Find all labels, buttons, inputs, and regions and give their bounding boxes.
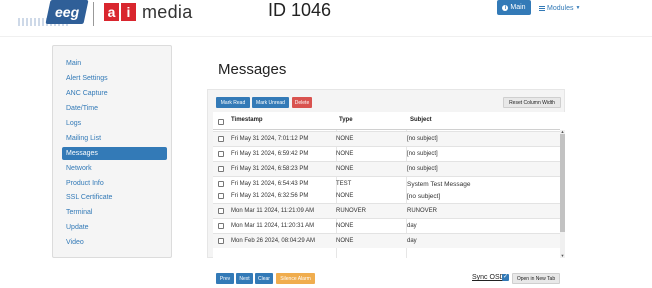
row-checkbox[interactable] (218, 181, 224, 187)
sidebar-item-logs[interactable]: Logs (62, 117, 167, 130)
table-row[interactable]: Fri May 31 2024, 6:58:23 PM NONE [no sub… (213, 161, 560, 176)
column-header-timestamp[interactable]: Timestamp (231, 117, 263, 123)
mark-read-button[interactable]: Mark Read (216, 97, 250, 108)
next-button[interactable]: Next (236, 273, 253, 284)
sidebar-nav: Main Alert Settings ANC Capture Date/Tim… (52, 45, 172, 258)
sidebar-item-ssl-certificate[interactable]: SSL Certificate (62, 191, 167, 204)
sidebar-item-alert-settings[interactable]: Alert Settings (62, 72, 167, 85)
ai-logo-letter-i: i (121, 3, 136, 21)
cell-subject: [no subject] (407, 193, 441, 200)
cell-timestamp: Fri May 31 2024, 7:01:12 PM (231, 136, 309, 142)
table-row[interactable]: Mon Mar 11 2024, 11:21:09 AM RUNOVER RUN… (213, 203, 560, 218)
table-header: Timestamp Type Subject (213, 112, 560, 130)
cell-subject: day (407, 238, 417, 244)
modules-label: Modules (547, 4, 574, 12)
open-in-new-tab-button[interactable]: Open in New Tab (512, 273, 560, 284)
cell-type: NONE (336, 223, 354, 229)
cell-subject: System Test Message (407, 181, 471, 188)
silence-alarm-button[interactable]: Silence Alarm (276, 273, 315, 284)
row-checkbox[interactable] (218, 193, 224, 199)
cell-type: NONE (336, 136, 354, 142)
sidebar-item-mailing-list[interactable]: Mailing List (62, 132, 167, 145)
messages-panel: Mark Read Mark Unread Delete Reset Colum… (207, 89, 565, 258)
row-checkbox[interactable] (218, 166, 224, 172)
ai-media-logo-text: media (142, 1, 193, 22)
list-icon (539, 5, 545, 11)
cell-timestamp: Fri May 31 2024, 6:58:23 PM (231, 166, 309, 172)
cell-subject: [no subject] (407, 151, 438, 157)
sidebar-item-terminal[interactable]: Terminal (62, 206, 167, 219)
row-checkbox[interactable] (218, 238, 224, 244)
cell-type: TEST (336, 181, 352, 187)
cell-subject: [no subject] (407, 166, 438, 172)
sidebar-item-update[interactable]: Update (62, 221, 167, 234)
mark-unread-button[interactable]: Mark Unread (252, 97, 289, 108)
sidebar-item-date-time[interactable]: Date/Time (62, 102, 167, 115)
ai-media-logo: a i media (104, 2, 193, 22)
clear-button[interactable]: Clear (255, 273, 273, 284)
cell-timestamp: Fri May 31 2024, 6:32:56 PM (231, 193, 309, 199)
sidebar-item-messages[interactable]: Messages (62, 147, 167, 160)
main-button[interactable]: i Main (497, 0, 531, 15)
messages-table: Timestamp Type Subject Fri May 31 2024, … (213, 112, 565, 258)
scroll-down-arrow-icon[interactable]: ▼ (560, 254, 565, 258)
row-checkbox[interactable] (218, 136, 224, 142)
prev-button[interactable]: Prev (216, 273, 234, 284)
table-row[interactable]: Fri May 31 2024, 6:54:43 PM TEST System … (213, 176, 560, 203)
row-checkbox[interactable] (218, 151, 224, 157)
page-title: Messages (218, 61, 287, 78)
ai-logo-letter-a: a (104, 3, 119, 21)
header-divider (0, 36, 652, 37)
delete-button[interactable]: Delete (292, 97, 312, 108)
sync-osd-label[interactable]: Sync OSD (472, 274, 505, 281)
sidebar-item-anc-capture[interactable]: ANC Capture (62, 87, 167, 100)
info-icon: i (502, 4, 509, 11)
cell-subject: RUNOVER (407, 208, 438, 214)
sidebar-item-product-info[interactable]: Product Info (62, 177, 167, 190)
cell-type: NONE (336, 166, 354, 172)
table-row[interactable]: Mon Mar 11 2024, 11:20:31 AM NONE day (213, 218, 560, 233)
cell-timestamp: Mon Mar 11 2024, 11:20:31 AM (231, 223, 315, 229)
cell-type: RUNOVER (336, 208, 367, 214)
logo-divider (93, 2, 94, 26)
modules-dropdown[interactable]: Modules ▼ (539, 2, 580, 14)
cell-type: NONE (336, 238, 354, 244)
eeg-logo-text: eeg (54, 4, 80, 20)
select-all-checkbox[interactable] (218, 119, 224, 125)
main-button-label: Main (510, 4, 526, 11)
cell-timestamp: Mon Feb 26 2024, 08:04:29 AM (231, 238, 316, 244)
sidebar-item-network[interactable]: Network (62, 162, 167, 175)
table-row[interactable]: Mon Feb 26 2024, 08:04:29 AM NONE day (213, 233, 560, 248)
sidebar-item-video[interactable]: Video (62, 236, 167, 249)
device-id-title: ID 1046 (268, 0, 332, 20)
cell-subject: [no subject] (407, 136, 438, 142)
sidebar-item-main[interactable]: Main (62, 57, 167, 70)
table-row[interactable]: Fri May 31 2024, 7:01:12 PM NONE [no sub… (213, 131, 560, 146)
cell-timestamp: Fri May 31 2024, 6:59:42 PM (231, 151, 309, 157)
scrollbar-thumb[interactable] (560, 134, 565, 232)
cell-type: NONE (336, 151, 354, 157)
sync-osd-checkbox[interactable]: ✓ (502, 274, 509, 281)
table-row[interactable]: Fri May 31 2024, 6:59:42 PM NONE [no sub… (213, 146, 560, 161)
row-checkbox[interactable] (218, 223, 224, 229)
row-checkbox[interactable] (218, 208, 224, 214)
reset-column-width-button[interactable]: Reset Column Width (503, 97, 561, 108)
column-header-type[interactable]: Type (339, 117, 353, 123)
cell-timestamp: Fri May 31 2024, 6:54:43 PM (231, 181, 309, 187)
eeg-logo: eeg (45, 0, 89, 24)
column-header-subject[interactable]: Subject (410, 117, 432, 123)
caret-down-icon: ▼ (575, 5, 581, 11)
table-scrollbar[interactable]: ▲ ▼ (560, 130, 565, 258)
cell-timestamp: Mon Mar 11 2024, 11:21:09 AM (231, 208, 315, 214)
cell-subject: day (407, 223, 417, 229)
cell-type: NONE (336, 193, 354, 199)
